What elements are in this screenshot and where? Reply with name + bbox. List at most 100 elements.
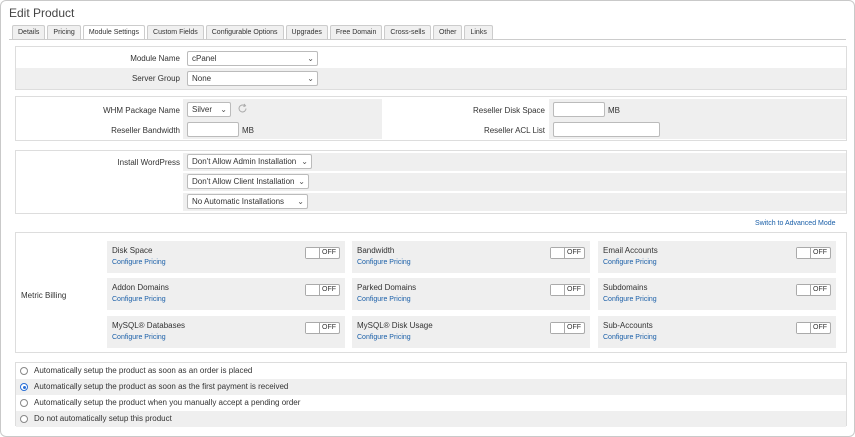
metric-name: Parked Domains [357,283,417,292]
tab-module-settings[interactable]: Module Settings [82,25,146,40]
metric-toggle[interactable]: OFF [550,284,585,296]
metric-toggle[interactable]: OFF [796,322,831,334]
reseller-disk-unit: MB [608,106,620,115]
toggle-state: OFF [322,286,336,293]
toggle-state: OFF [567,249,581,256]
module-name-select[interactable]: cPanel ⌄ [187,51,318,66]
edit-product-window: Edit Product Details Pricing Module Sett… [0,0,855,437]
metric-toggle[interactable]: OFF [796,247,831,259]
wordpress-panel: Install WordPress Don't Allow Admin Inst… [15,150,847,214]
setup-option[interactable]: Automatically setup the product as soon … [16,379,846,395]
toggle-knob [797,323,811,333]
metric-subdomains: Subdomains Configure Pricing OFF [598,278,836,310]
metric-disk-space: Disk Space Configure Pricing OFF [107,241,345,273]
configure-pricing-link[interactable]: Configure Pricing [357,296,411,303]
chevron-down-icon: ⌄ [301,157,308,166]
tab-details[interactable]: Details [12,25,46,39]
switch-advanced-mode-link[interactable]: Switch to Advanced Mode [755,220,836,227]
reseller-disk-input[interactable] [553,102,605,117]
metric-billing-label: Metric Billing [21,291,67,300]
metric-name: Disk Space [112,246,153,255]
radio-button-selected[interactable] [20,383,28,391]
tab-configurable-options[interactable]: Configurable Options [205,25,284,39]
module-name-value: cPanel [192,54,217,63]
toggle-state: OFF [813,286,827,293]
radio-button[interactable] [20,415,28,423]
metric-name: MySQL® Disk Usage [357,321,433,330]
setup-option[interactable]: Do not automatically setup this product [16,411,846,427]
tab-other[interactable]: Other [432,25,463,39]
module-name-row: Module Name cPanel ⌄ [16,49,846,68]
configure-pricing-link[interactable]: Configure Pricing [112,296,166,303]
metric-toggle[interactable]: OFF [796,284,831,296]
setup-option-label: Do not automatically setup this product [34,414,172,423]
radio-button[interactable] [20,399,28,407]
toggle-knob [306,323,320,333]
configure-pricing-link[interactable]: Configure Pricing [603,259,657,266]
metric-name: Sub-Accounts [603,321,653,330]
wordpress-auto-value: No Automatic Installations [192,197,285,206]
toggle-knob [306,248,320,258]
chevron-down-icon: ⌄ [297,197,304,206]
tab-free-domain[interactable]: Free Domain [329,25,383,39]
refresh-icon[interactable] [237,103,248,114]
reseller-disk-label: Reseller Disk Space [472,106,545,115]
metric-name: Subdomains [603,283,648,292]
metric-toggle[interactable]: OFF [305,247,340,259]
reseller-bandwidth-unit: MB [242,126,254,135]
chevron-down-icon: ⌄ [298,177,305,186]
setup-option[interactable]: Automatically setup the product when you… [16,395,846,411]
toggle-knob [551,323,565,333]
server-group-select[interactable]: None ⌄ [187,71,318,86]
metric-billing-panel: Metric Billing Disk Space Configure Pric… [15,232,847,353]
metric-sub-accounts: Sub-Accounts Configure Pricing OFF [598,316,836,348]
toggle-knob [797,248,811,258]
reseller-acl-input[interactable] [553,122,660,137]
configure-pricing-link[interactable]: Configure Pricing [603,334,657,341]
metric-name: Addon Domains [112,283,169,292]
toggle-knob [551,248,565,258]
metric-mysql-disk-usage: MySQL® Disk Usage Configure Pricing OFF [352,316,590,348]
tab-bar: Details Pricing Module Settings Custom F… [12,25,493,40]
setup-option-label: Automatically setup the product as soon … [34,366,253,375]
tab-pricing[interactable]: Pricing [47,25,81,39]
wordpress-admin-select[interactable]: Don't Allow Admin Installation ⌄ [187,154,312,169]
wordpress-client-value: Don't Allow Client Installation [192,177,295,186]
metric-toggle[interactable]: OFF [550,247,585,259]
wordpress-client-select[interactable]: Don't Allow Client Installation ⌄ [187,174,309,189]
metric-toggle[interactable]: OFF [550,322,585,334]
wordpress-admin-value: Don't Allow Admin Installation [192,157,297,166]
tab-upgrades[interactable]: Upgrades [285,25,328,39]
chevron-down-icon: ⌄ [307,74,314,83]
metric-email-accounts: Email Accounts Configure Pricing OFF [598,241,836,273]
whm-package-select[interactable]: Silver ⌄ [187,102,231,117]
toggle-state: OFF [322,324,336,331]
metric-addon-domains: Addon Domains Configure Pricing OFF [107,278,345,310]
toggle-state: OFF [813,249,827,256]
tab-divider [9,39,846,40]
page-title: Edit Product [9,6,75,20]
radio-button[interactable] [20,367,28,375]
setup-option[interactable]: Automatically setup the product as soon … [16,363,846,379]
configure-pricing-link[interactable]: Configure Pricing [357,334,411,341]
toggle-state: OFF [813,324,827,331]
server-group-value: None [192,74,212,83]
metric-toggle[interactable]: OFF [305,322,340,334]
tab-links[interactable]: Links [464,25,493,39]
metric-toggle[interactable]: OFF [305,284,340,296]
server-group-row: Server Group None ⌄ [16,68,846,89]
whm-package-label: WHM Package Name [103,106,180,115]
tab-custom-fields[interactable]: Custom Fields [147,25,204,39]
install-wordpress-label: Install WordPress [117,158,180,167]
toggle-knob [306,285,320,295]
configure-pricing-link[interactable]: Configure Pricing [603,296,657,303]
reseller-bandwidth-label: Reseller Bandwidth [111,126,180,135]
configure-pricing-link[interactable]: Configure Pricing [357,259,411,266]
metric-name: Bandwidth [357,246,395,255]
configure-pricing-link[interactable]: Configure Pricing [112,259,166,266]
chevron-down-icon: ⌄ [220,105,227,114]
reseller-bandwidth-input[interactable] [187,122,239,137]
configure-pricing-link[interactable]: Configure Pricing [112,334,166,341]
wordpress-auto-select[interactable]: No Automatic Installations ⌄ [187,194,308,209]
tab-cross-sells[interactable]: Cross-sells [384,25,431,39]
